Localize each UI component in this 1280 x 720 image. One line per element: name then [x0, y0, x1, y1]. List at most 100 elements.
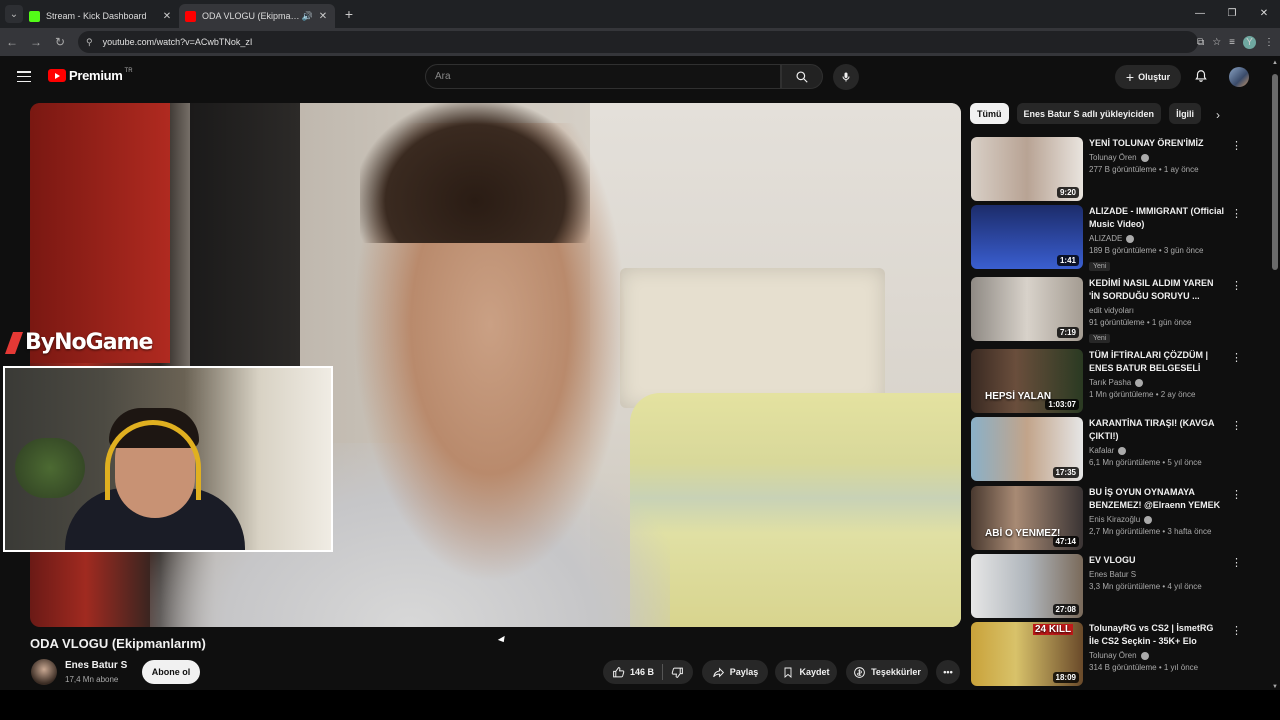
page-scrollbar[interactable]: ▲ ▼ [1270, 60, 1280, 690]
recommendation-title[interactable]: KEDİMİ NASIL ALDIM YAREN 'İN SORDUĞU SOR… [1089, 277, 1225, 303]
close-window-icon[interactable]: ✕ [1248, 0, 1280, 28]
share-button[interactable]: Paylaş [702, 660, 768, 684]
voice-search-button[interactable] [833, 64, 859, 90]
channel-name[interactable]: Enis Kirazoğlu [1089, 515, 1140, 524]
profile-avatar[interactable]: Y [1243, 35, 1256, 49]
video-thumbnail[interactable]: 27:08 [971, 554, 1083, 618]
recommendation-title[interactable]: EV VLOGU [1089, 554, 1225, 567]
more-actions-button[interactable]: ••• [936, 660, 960, 684]
notifications-bell-icon[interactable] [1191, 66, 1211, 86]
recommendation-channel[interactable]: Kafalar [1089, 446, 1225, 455]
recommendation-title[interactable]: TÜM İFTİRALARI ÇÖZDÜM | ENES BATUR BELGE… [1089, 349, 1225, 375]
super-thanks-icon [853, 666, 866, 679]
minimize-icon[interactable]: — [1184, 0, 1216, 28]
recommendation-info: ALIZADE - IMMIGRANT (Official Music Vide… [1089, 205, 1225, 273]
recommendation-item[interactable]: 24 KILL 18:09 TolunayRG vs CS2 | İsmetRG İ… [971, 622, 1242, 686]
search-button[interactable] [781, 64, 823, 89]
recommendation-item[interactable]: 17:35 KARANTİNA TIRAŞI! (KAVGA ÇIKTI!) Kaf… [971, 417, 1242, 481]
thumbs-down-icon [671, 666, 684, 679]
guide-menu-icon[interactable] [17, 71, 31, 82]
recommendation-channel[interactable]: Tarık Pasha [1089, 378, 1225, 387]
recommendation-title[interactable]: KARANTİNA TIRAŞI! (KAVGA ÇIKTI!) [1089, 417, 1225, 443]
more-vertical-icon[interactable]: ⋮ [1231, 488, 1242, 501]
chevron-right-icon[interactable]: › [1216, 108, 1220, 122]
dislike-button[interactable] [663, 660, 692, 684]
recommendation-item[interactable]: 9:20 YENİ TOLUNAY ÖREN'İMİZ Tolunay Ören 27… [971, 137, 1242, 201]
recommendation-item[interactable]: 27:08 EV VLOGU Enes Batur S 3,3 Mn görüntül… [971, 554, 1242, 618]
channel-name[interactable]: edit vidyoları [1089, 306, 1134, 315]
channel-name[interactable]: Tarık Pasha [1089, 378, 1131, 387]
site-info-icon[interactable]: ⚲ [86, 37, 93, 48]
more-vertical-icon[interactable]: ⋮ [1231, 351, 1242, 364]
recommendation-title[interactable]: TolunayRG vs CS2 | İsmetRG İle CS2 Seçki… [1089, 622, 1225, 648]
channel-name[interactable]: Kafalar [1089, 446, 1114, 455]
more-vertical-icon[interactable]: ⋮ [1231, 207, 1242, 220]
channel-name[interactable]: ALIZADE [1089, 234, 1122, 243]
recommendation-channel[interactable]: edit vidyoları [1089, 306, 1225, 315]
video-thumbnail[interactable]: 9:20 [971, 137, 1083, 201]
bookmark-star-icon[interactable]: ☆ [1212, 37, 1221, 48]
video-thumbnail[interactable]: ABİ O YENMEZ! 47:14 [971, 486, 1083, 550]
recommendation-item[interactable]: 7:19 KEDİMİ NASIL ALDIM YAREN 'İN SORDUĞU… [971, 277, 1242, 343]
channel-name[interactable]: Tolunay Ören [1089, 651, 1137, 660]
browser-tab-kick[interactable]: Stream - Kick Dashboard ✕ [23, 4, 179, 28]
like-button[interactable]: 146 B [604, 660, 662, 684]
recommendation-item[interactable]: HEPSİ YALAN 1:03:07 TÜM İFTİRALARI ÇÖZDÜM … [971, 349, 1242, 413]
scrollbar-thumb[interactable] [1272, 74, 1278, 270]
recommendation-channel[interactable]: Enes Batur S [1089, 570, 1225, 579]
audio-playing-icon[interactable]: 🔊 [302, 11, 313, 22]
close-tab-icon[interactable]: ✕ [317, 11, 329, 22]
reload-icon[interactable]: ↻ [48, 35, 72, 49]
video-thumbnail[interactable]: 1:41 [971, 205, 1083, 269]
create-button[interactable]: + Oluştur [1115, 65, 1181, 89]
scroll-up-icon[interactable]: ▲ [1271, 60, 1279, 66]
browser-tab-youtube[interactable]: ODA VLOGU (Ekipmanlarım) 🔊 ✕ [179, 4, 335, 28]
install-app-icon[interactable]: ⧉ [1197, 37, 1204, 48]
address-bar[interactable]: ⚲ youtube.com/watch?v=ACwbTNok_zI [78, 31, 1198, 53]
chip-all[interactable]: Tümü [970, 103, 1009, 124]
recommendation-meta: 2,7 Mn görüntüleme • 3 hafta önce [1089, 527, 1212, 536]
tab-search-button[interactable]: ⌄ [5, 5, 23, 23]
recommendation-channel[interactable]: Tolunay Ören [1089, 153, 1225, 162]
video-thumbnail[interactable]: 17:35 [971, 417, 1083, 481]
channel-name[interactable]: Enes Batur S [1089, 570, 1136, 579]
forward-icon[interactable]: → [24, 35, 48, 49]
thanks-button[interactable]: Teşekkürler [846, 660, 928, 684]
channel-name[interactable]: Enes Batur S [65, 660, 127, 671]
more-vertical-icon[interactable]: ⋮ [1231, 556, 1242, 569]
browser-menu-icon[interactable]: ⋮ [1264, 37, 1274, 48]
verified-check-icon [1135, 378, 1144, 387]
back-icon[interactable]: ← [0, 35, 24, 49]
recommendation-title[interactable]: YENİ TOLUNAY ÖREN'İMİZ [1089, 137, 1225, 150]
recommendation-title[interactable]: BU İŞ OYUN OYNAMAYA BENZEMEZ! @Elraenn Y… [1089, 486, 1225, 512]
webcam-detail [15, 438, 85, 498]
video-duration: 1:41 [1056, 255, 1079, 266]
more-vertical-icon[interactable]: ⋮ [1231, 624, 1242, 637]
video-thumbnail[interactable]: HEPSİ YALAN 1:03:07 [971, 349, 1083, 413]
more-vertical-icon[interactable]: ⋮ [1231, 419, 1242, 432]
media-control-icon[interactable]: ≡ [1229, 37, 1235, 48]
account-avatar[interactable] [1229, 67, 1249, 87]
close-tab-icon[interactable]: ✕ [161, 11, 173, 22]
maximize-icon[interactable]: ❐ [1216, 0, 1248, 28]
channel-name[interactable]: Tolunay Ören [1089, 153, 1137, 162]
more-vertical-icon[interactable]: ⋮ [1231, 279, 1242, 292]
save-button[interactable]: Kaydet [775, 660, 837, 684]
new-tab-button[interactable]: + [339, 6, 359, 22]
recommendation-channel[interactable]: Tolunay Ören [1089, 651, 1225, 660]
recommendation-info: TolunayRG vs CS2 | İsmetRG İle CS2 Seçki… [1089, 622, 1225, 672]
recommendation-title[interactable]: ALIZADE - IMMIGRANT (Official Music Vide… [1089, 205, 1225, 231]
more-vertical-icon[interactable]: ⋮ [1231, 139, 1242, 152]
recommendation-channel[interactable]: Enis Kirazoğlu [1089, 515, 1225, 524]
chip-from-uploader[interactable]: Enes Batur S adlı yükleyiciden [1016, 103, 1162, 124]
subscribe-button[interactable]: Abone ol [142, 660, 200, 684]
video-thumbnail[interactable]: 24 KILL 18:09 [971, 622, 1083, 686]
recommendation-item[interactable]: 1:41 ALIZADE - IMMIGRANT (Official Music … [971, 205, 1242, 271]
channel-avatar[interactable] [31, 659, 57, 685]
search-input[interactable]: Ara [425, 64, 781, 89]
youtube-logo[interactable]: Premium TR [48, 68, 133, 83]
recommendation-item[interactable]: ABİ O YENMEZ! 47:14 BU İŞ OYUN OYNAMAYA BE… [971, 486, 1242, 550]
recommendation-channel[interactable]: ALIZADE [1089, 234, 1225, 243]
video-thumbnail[interactable]: 7:19 [971, 277, 1083, 341]
chip-related[interactable]: İlgili [1169, 103, 1202, 124]
